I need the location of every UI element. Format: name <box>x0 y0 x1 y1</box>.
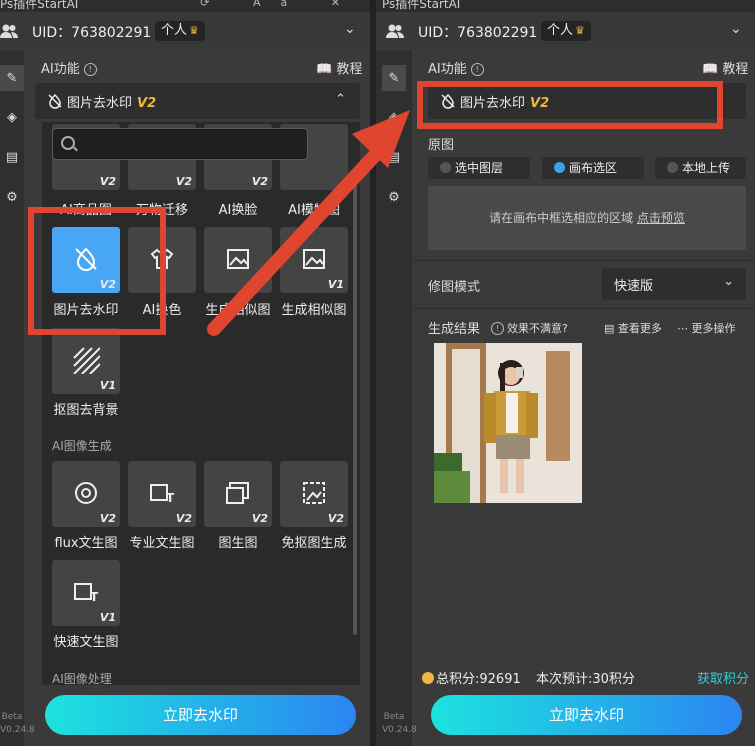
annotation-arrow <box>207 110 410 336</box>
